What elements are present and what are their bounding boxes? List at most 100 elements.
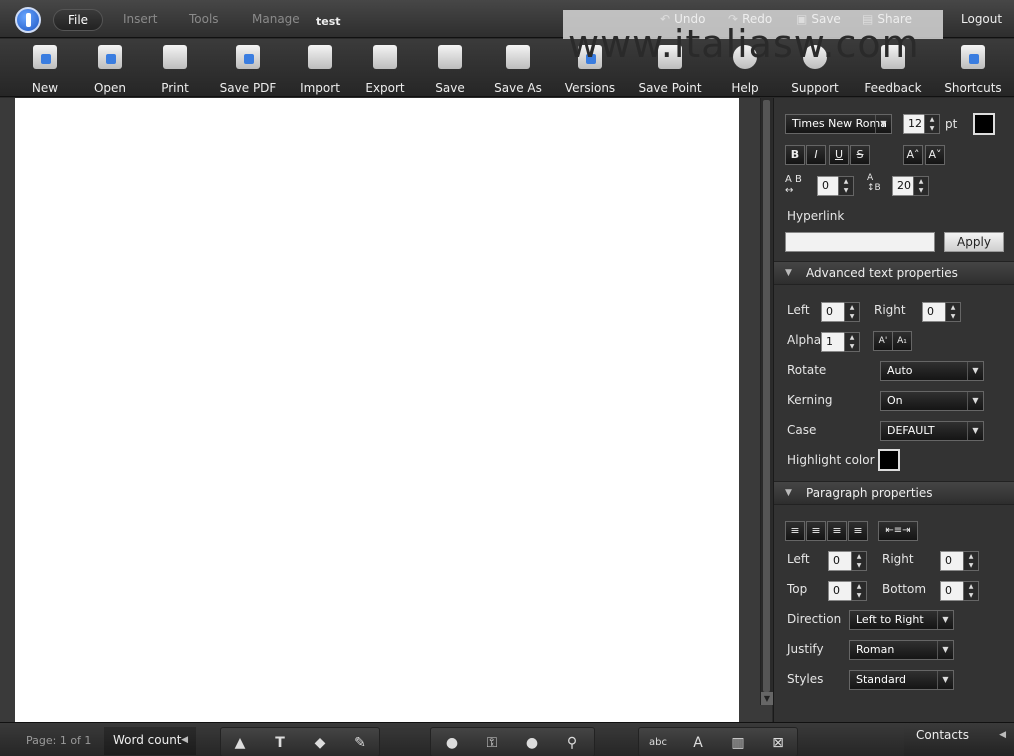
justify-select[interactable]: Roman ▼ bbox=[849, 640, 954, 660]
document-area bbox=[0, 98, 772, 722]
styles-value: Standard bbox=[856, 673, 907, 686]
scrollbar-thumb[interactable] bbox=[763, 100, 770, 692]
save-button[interactable]: Save bbox=[417, 43, 483, 95]
align-justify-icon[interactable]: ≡ bbox=[848, 521, 868, 541]
menu-insert[interactable]: Insert bbox=[123, 12, 157, 26]
stepper-icon[interactable]: ▲ ▼ bbox=[963, 581, 979, 601]
image-icon[interactable]: ▲ bbox=[230, 734, 250, 752]
stepper-icon[interactable]: ▲ ▼ bbox=[838, 176, 854, 196]
versions-button[interactable]: Versions bbox=[557, 43, 623, 95]
align-left-icon[interactable]: ≡ bbox=[785, 521, 805, 541]
stepper-icon[interactable]: ▲ ▼ bbox=[945, 302, 961, 322]
spellcheck-icon[interactable]: abc bbox=[648, 734, 668, 752]
word-count-button[interactable]: Word count ◀ bbox=[104, 727, 196, 755]
increase-font-icon[interactable]: A˄ bbox=[903, 145, 923, 165]
save-point-label: Save Point bbox=[638, 81, 702, 95]
info-icon[interactable]: ● bbox=[442, 734, 462, 752]
save-as-icon bbox=[506, 45, 530, 69]
brush-icon[interactable]: ✎ bbox=[350, 734, 370, 752]
logout-button[interactable]: Logout bbox=[961, 12, 1002, 26]
italic-button[interactable]: I bbox=[806, 145, 826, 165]
char-spacing-input[interactable]: 0 ▲ ▼ bbox=[817, 176, 854, 196]
floppy-icon: ▣ bbox=[796, 12, 808, 26]
text-style-icon[interactable]: A bbox=[688, 734, 708, 752]
menu-file[interactable]: File bbox=[53, 9, 103, 31]
text-icon[interactable]: T bbox=[270, 734, 290, 752]
clear-format-icon[interactable]: ⊠ bbox=[768, 734, 788, 752]
share-label: Share bbox=[877, 12, 912, 26]
scroll-down-icon[interactable]: ▼ bbox=[761, 692, 773, 705]
text-color-swatch[interactable] bbox=[973, 113, 995, 135]
stepper-icon[interactable]: ▲ ▼ bbox=[913, 176, 929, 196]
decrease-font-icon[interactable]: A˅ bbox=[925, 145, 945, 165]
undo-button[interactable]: ↶ Undo bbox=[660, 12, 705, 26]
para-right-input[interactable]: 0 ▲ ▼ bbox=[940, 551, 979, 571]
save-as-button[interactable]: Save As bbox=[485, 43, 551, 95]
redo-button[interactable]: ↷ Redo bbox=[728, 12, 772, 26]
para-left-input[interactable]: 0 ▲ ▼ bbox=[828, 551, 867, 571]
contacts-button[interactable]: Contacts ◀ bbox=[904, 723, 1014, 756]
superscript-icon[interactable]: A' bbox=[873, 331, 893, 351]
save-pdf-button[interactable]: Save PDF bbox=[215, 43, 281, 95]
stepper-icon[interactable]: ▲ ▼ bbox=[844, 302, 860, 322]
stepper-icon[interactable]: ▲ ▼ bbox=[844, 332, 860, 352]
highlight-color-swatch[interactable] bbox=[878, 449, 900, 471]
comment-icon[interactable]: ● bbox=[522, 734, 542, 752]
font-size-value: 12 bbox=[908, 117, 922, 130]
font-size-input[interactable]: 12 ▲ ▼ bbox=[903, 114, 940, 134]
support-button[interactable]: Support bbox=[782, 43, 848, 95]
columns-icon[interactable]: ▥ bbox=[728, 734, 748, 752]
strikethrough-button[interactable]: S bbox=[850, 145, 870, 165]
stepper-icon[interactable]: ▲ ▼ bbox=[963, 551, 979, 571]
rotate-select[interactable]: Auto ▼ bbox=[880, 361, 984, 381]
review-tools-group: ● ⚿ ● ⚲ bbox=[430, 727, 595, 756]
subscript-icon[interactable]: A₁ bbox=[892, 331, 912, 351]
advanced-text-section-header[interactable]: ▼ Advanced text properties bbox=[774, 261, 1014, 285]
kerning-select[interactable]: On ▼ bbox=[880, 391, 984, 411]
vertical-scrollbar[interactable]: ▼ bbox=[760, 98, 773, 705]
contacts-label: Contacts bbox=[916, 728, 969, 742]
open-button[interactable]: Open bbox=[77, 43, 143, 95]
para-right-value: 0 bbox=[945, 554, 952, 567]
save-label: Save bbox=[435, 81, 465, 95]
font-family-select[interactable]: Times New Roma ▼ bbox=[785, 114, 892, 134]
shapes-icon[interactable]: ◆ bbox=[310, 734, 330, 752]
para-top-input[interactable]: 0 ▲ ▼ bbox=[828, 581, 867, 601]
stepper-icon[interactable]: ▲ ▼ bbox=[924, 114, 940, 134]
stepper-icon[interactable]: ▲ ▼ bbox=[851, 551, 867, 571]
help-button[interactable]: Help bbox=[712, 43, 778, 95]
hyperlink-input[interactable] bbox=[785, 232, 935, 252]
align-right-icon[interactable]: ≡ bbox=[827, 521, 847, 541]
menu-tools[interactable]: Tools bbox=[189, 12, 219, 26]
adv-right-input[interactable]: 0 ▲ ▼ bbox=[922, 302, 961, 322]
case-select[interactable]: DEFAULT ▼ bbox=[880, 421, 984, 441]
line-spacing-input[interactable]: 20 ▲ ▼ bbox=[892, 176, 929, 196]
underline-button[interactable]: U bbox=[829, 145, 849, 165]
apply-button[interactable]: Apply bbox=[944, 232, 1004, 252]
styles-select[interactable]: Standard ▼ bbox=[849, 670, 954, 690]
paragraph-section-header[interactable]: ▼ Paragraph properties bbox=[774, 481, 1014, 505]
document-page[interactable] bbox=[15, 98, 739, 722]
stepper-icon[interactable]: ▲ ▼ bbox=[851, 581, 867, 601]
top-save-button[interactable]: ▣ Save bbox=[796, 12, 841, 26]
app-logo-icon[interactable] bbox=[15, 7, 41, 33]
para-bottom-value: 0 bbox=[945, 584, 952, 597]
search-icon[interactable]: ⚲ bbox=[562, 734, 582, 752]
alpha-input[interactable]: 1 ▲ ▼ bbox=[821, 332, 860, 352]
import-button[interactable]: Import bbox=[287, 43, 353, 95]
save-point-button[interactable]: Save Point bbox=[637, 43, 703, 95]
key-icon[interactable]: ⚿ bbox=[482, 734, 502, 752]
align-center-icon[interactable]: ≡ bbox=[806, 521, 826, 541]
indent-icon[interactable]: ⇤≡⇥ bbox=[878, 521, 918, 541]
print-button[interactable]: Print bbox=[142, 43, 208, 95]
share-button[interactable]: ▤ Share bbox=[862, 12, 912, 26]
feedback-button[interactable]: Feedback bbox=[860, 43, 926, 95]
new-button[interactable]: New bbox=[12, 43, 78, 95]
export-button[interactable]: Export bbox=[352, 43, 418, 95]
bold-button[interactable]: B bbox=[785, 145, 805, 165]
shortcuts-button[interactable]: Shortcuts bbox=[940, 43, 1006, 95]
para-bottom-input[interactable]: 0 ▲ ▼ bbox=[940, 581, 979, 601]
menu-manage[interactable]: Manage bbox=[252, 12, 300, 26]
direction-select[interactable]: Left to Right ▼ bbox=[849, 610, 954, 630]
adv-left-input[interactable]: 0 ▲ ▼ bbox=[821, 302, 860, 322]
